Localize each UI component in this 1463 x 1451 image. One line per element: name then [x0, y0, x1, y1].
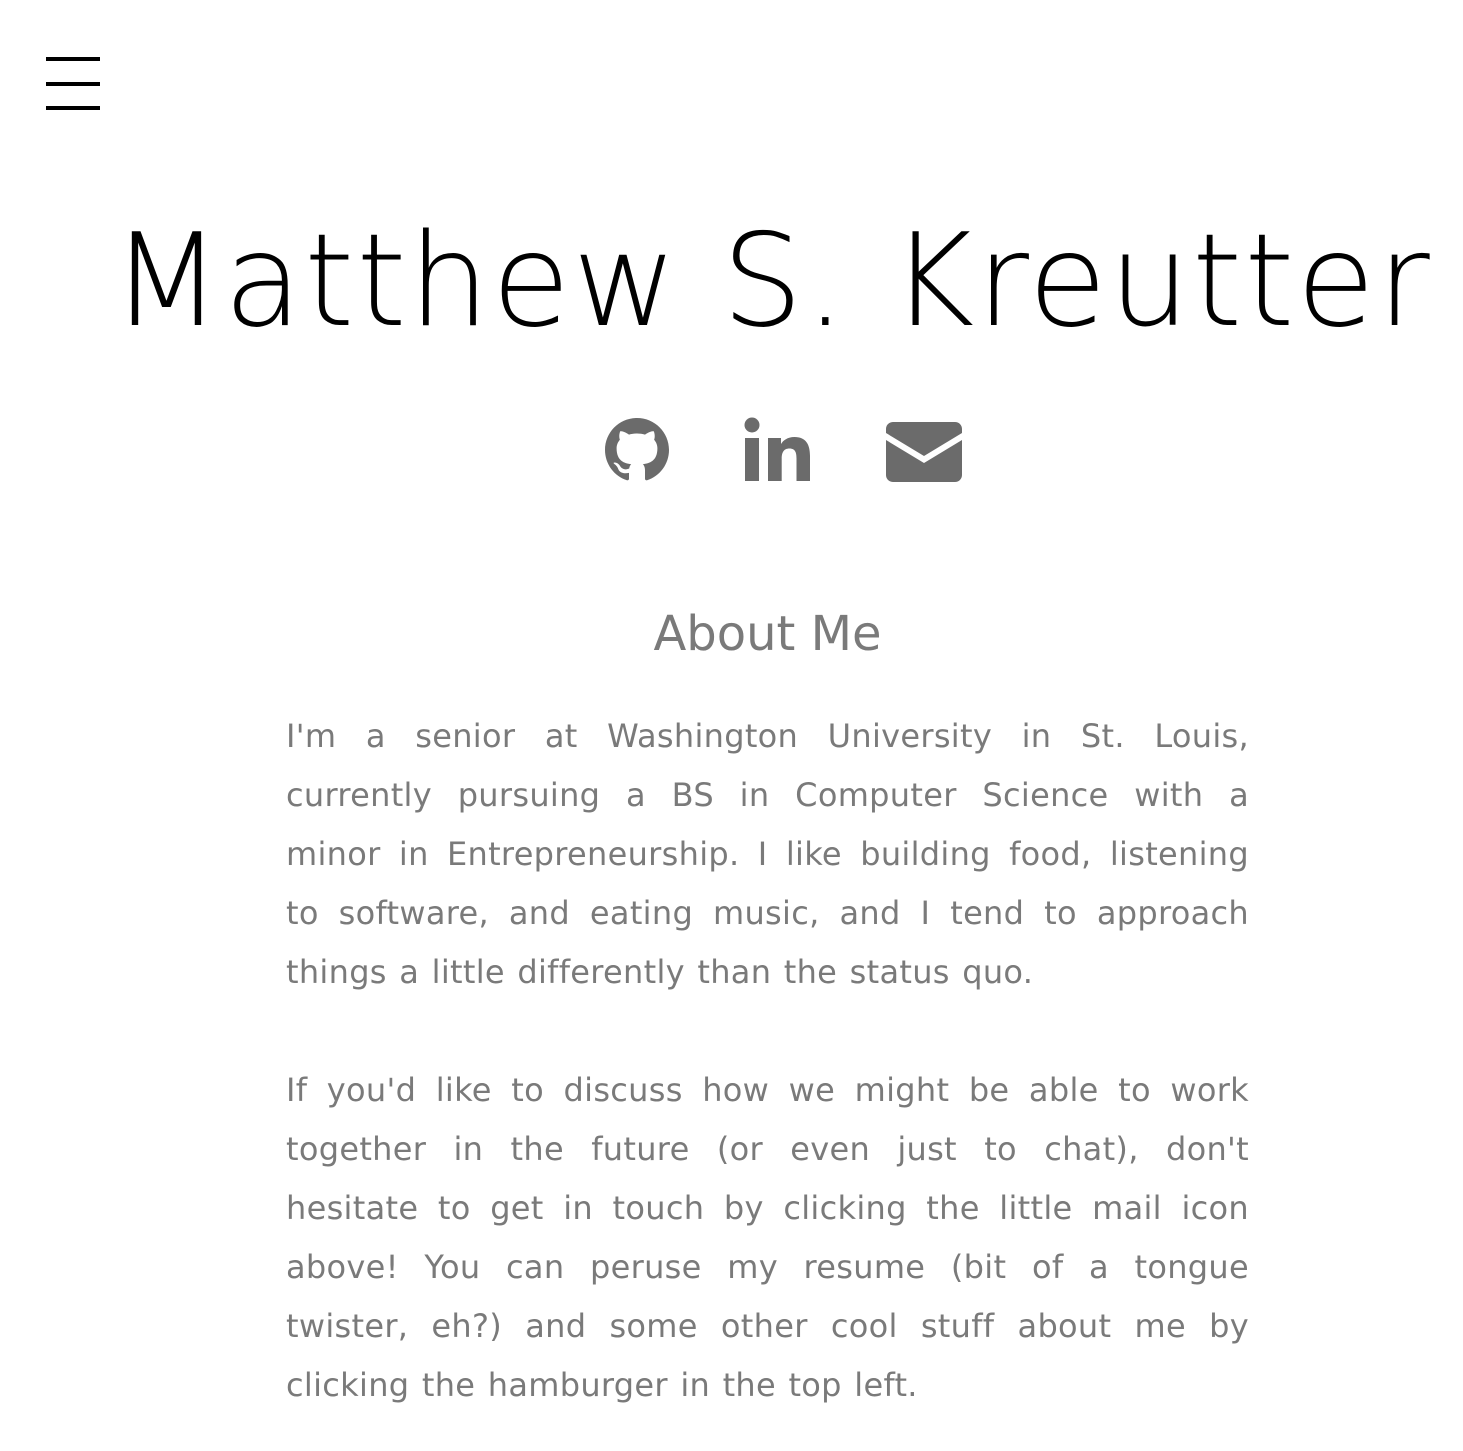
github-link[interactable] — [603, 414, 671, 486]
social-links — [0, 414, 1463, 486]
about-paragraph-intro: I'm a senior at Washington University in… — [286, 717, 1249, 991]
hamburger-menu-icon — [46, 57, 100, 61]
hamburger-menu-icon — [46, 82, 100, 86]
hamburger-menu-icon — [46, 106, 100, 110]
site-title: Matthew S. Kreutter — [111, 207, 1432, 356]
linkedin-icon — [744, 417, 810, 481]
about-heading: About Me — [653, 606, 882, 662]
linkedin-link[interactable] — [743, 414, 813, 486]
mail-link[interactable] — [885, 414, 963, 486]
hamburger-menu-button[interactable] — [44, 53, 102, 113]
github-icon — [605, 418, 669, 481]
mail-icon — [886, 422, 962, 482]
about-paragraph-contact: If you'd like to discuss how we might be… — [286, 1071, 1249, 1404]
